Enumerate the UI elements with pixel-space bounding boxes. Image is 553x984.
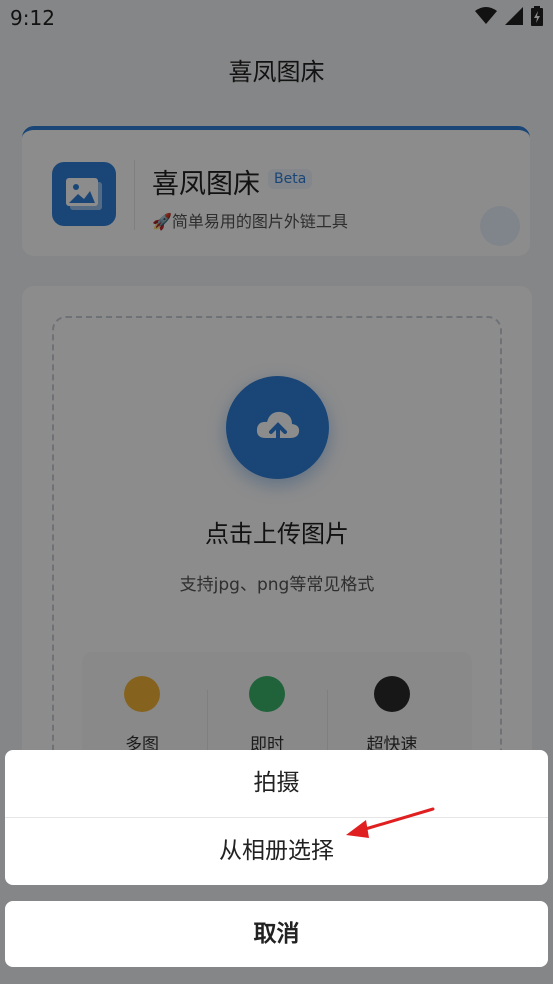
annotation-arrow [346,807,435,838]
